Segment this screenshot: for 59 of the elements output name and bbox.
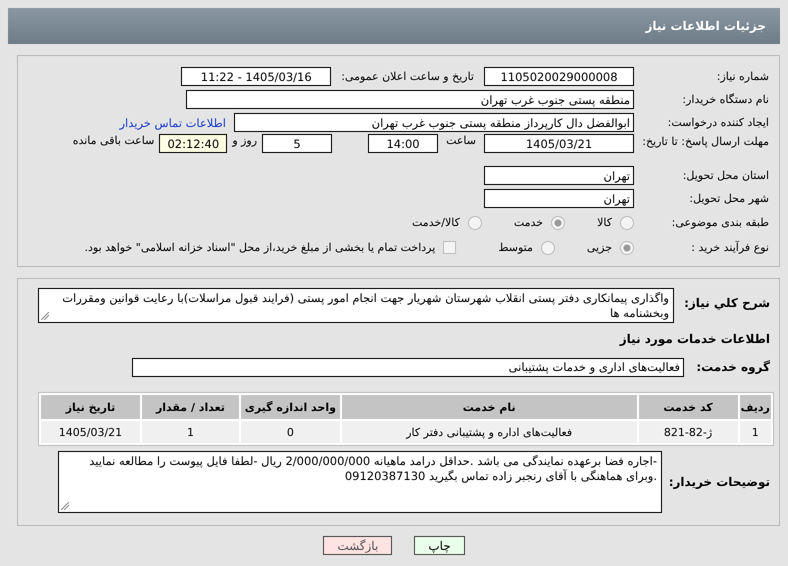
deadline-date-field: 1405/03/21	[484, 134, 634, 153]
field-label: مهلت ارسال پاسخ: تا تاریخ:	[641, 135, 770, 149]
column-header: تعداد / مقدار	[142, 395, 239, 419]
page-title: جزئیات اطلاعات نیاز	[8, 8, 780, 44]
field-label: شهر محل تحویل:	[688, 192, 770, 205]
field-label: ساعت باقی مانده	[72, 134, 154, 147]
city-field: تهران	[484, 189, 634, 208]
creator-field: ابوالفضل دال کارپرداز منطقه پستی جنوب غرب تهران	[234, 113, 634, 132]
field-label: شرح کلي نياز:	[683, 295, 771, 310]
buyer-field: منطقه پستی جنوب غرب تهران	[186, 90, 634, 109]
field-label: روز و	[232, 134, 258, 147]
buyer-notes-field: -اجاره فضا برعهده نمایندگی می باشد .حداقل درامد ماهیانه 2/000/000/000 ریال -لطفا فایل پیوست را مطالعه نمایید .وبرای هماهنگی با آقای رنجبر زاده تماس بگیرید 09120387130	[58, 451, 662, 513]
table-cell: 1405/03/21	[41, 421, 140, 443]
announce-date-field: 1405/03/16 - 11:22	[181, 67, 332, 86]
radio-button[interactable]	[468, 216, 482, 230]
province-field: تهران	[484, 166, 634, 185]
column-header: کد خدمت	[638, 395, 738, 419]
radio-button[interactable]	[620, 216, 634, 230]
column-header: واحد اندازه گیری	[240, 395, 340, 419]
service-group-field: فعالیت‌های اداری و خدمات پشتیبانی	[132, 358, 684, 376]
field-label: استان محل تحویل:	[682, 169, 770, 182]
days-field: 5	[262, 134, 332, 153]
radio-label: خدمت	[514, 216, 544, 229]
radio-button[interactable]	[620, 240, 634, 254]
deadline-time-field: 14:00	[368, 134, 438, 153]
description-field: واگذاری پیمانکاری دفتر پستی انقلاب شهرستان شهریار جهت انجام امور پستی (فرایند قبول مراسلات)با رعایت قوانین ومقررات وبخشنامه ها	[38, 288, 674, 323]
radio-label: جزیی	[586, 241, 612, 254]
field-label: نوع فرآیند خرید :	[690, 241, 770, 254]
field-label: نام دستگاه خریدار:	[681, 93, 770, 106]
field-label: طبقه بندی موضوعی:	[670, 216, 770, 229]
table-cell: 0	[240, 421, 340, 443]
radio-button[interactable]	[551, 216, 566, 230]
table-cell: ژ-82-821	[638, 421, 738, 443]
section-title: اطلاعات خدمات مورد نیاز	[620, 332, 771, 346]
buyer-contact-link[interactable]: اطلاعات تماس خریدار	[119, 116, 226, 130]
resize-grip-icon	[61, 502, 69, 510]
need-number-field: 1105020029000008	[484, 67, 634, 86]
column-header: ردیف	[740, 395, 771, 419]
resize-grip-icon	[41, 312, 49, 320]
radio-label: کالا	[597, 216, 612, 229]
field-label: تاریخ و ساعت اعلان عمومی:	[341, 70, 474, 83]
field-label: گروه خدمت:	[695, 360, 771, 374]
column-header: نام خدمت	[342, 395, 637, 419]
remaining-time-field: 02:12:40	[159, 134, 228, 153]
table-cell: 1	[142, 421, 239, 443]
radio-label: متوسط	[498, 241, 533, 254]
column-header: تاریخ نیاز	[41, 395, 140, 419]
table-cell: 1	[740, 421, 771, 443]
payment-note: پرداخت تمام یا بخشی از مبلغ خرید،از محل "اسناد خزانه اسلامی" خواهد بود.	[84, 241, 436, 254]
checkbox[interactable]	[443, 241, 456, 254]
radio-button[interactable]	[540, 240, 555, 254]
field-label: ساعت	[446, 134, 476, 147]
radio-label: کالا/خدمت	[412, 216, 460, 229]
field-label: شماره نیاز:	[716, 70, 770, 83]
print-button[interactable]: چاپ	[414, 536, 465, 555]
field-label: توضیحات خریدار:	[668, 475, 771, 489]
table-cell: فعالیت‌های اداره و پشتیبانی دفتر کار	[342, 421, 637, 443]
field-label: ایجاد کننده درخواست:	[666, 116, 770, 129]
back-button[interactable]: بازگشت	[323, 536, 392, 555]
